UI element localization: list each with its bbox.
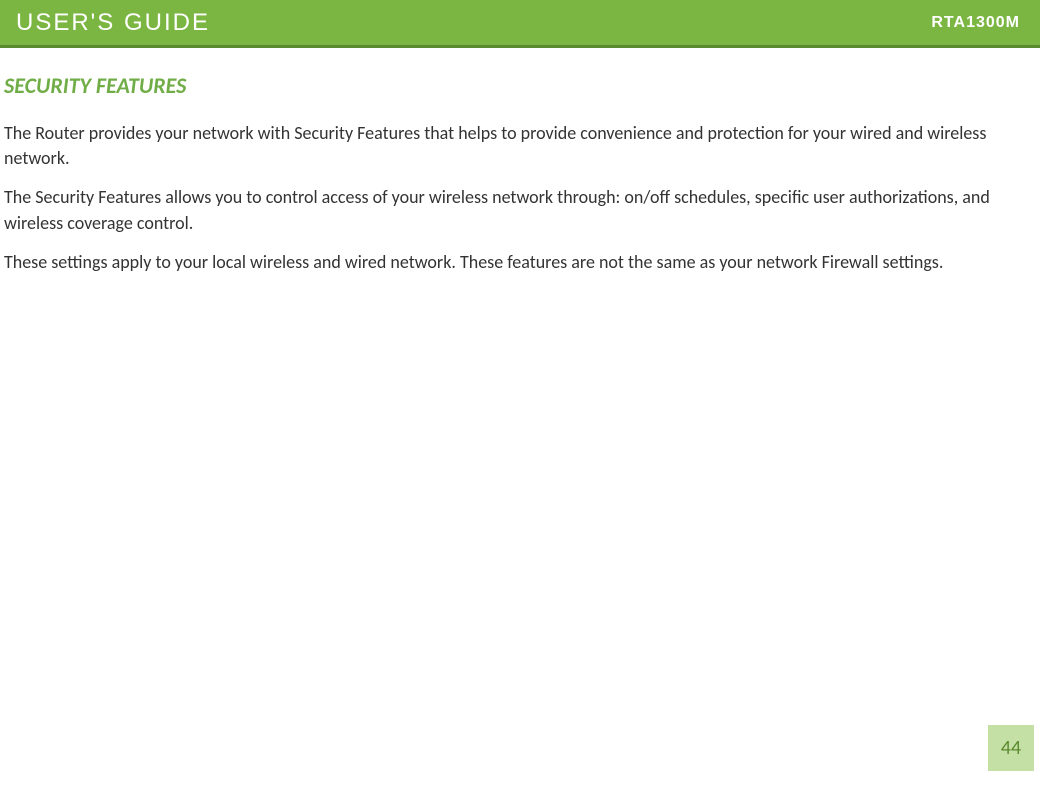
header-bar: USER'S GUIDE RTA1300M <box>0 0 1040 48</box>
header-title: USER'S GUIDE <box>16 9 210 37</box>
body-paragraph-2: The Security Features allows you to cont… <box>4 185 1024 235</box>
body-paragraph-3: These settings apply to your local wirel… <box>4 250 1024 275</box>
body-paragraph-1: The Router provides your network with Se… <box>4 121 1024 171</box>
header-model: RTA1300M <box>931 14 1020 32</box>
section-heading: SECURITY FEATURES <box>4 72 1024 99</box>
page-number: 44 <box>1001 736 1021 760</box>
page-number-box: 44 <box>988 725 1034 771</box>
page-content: SECURITY FEATURES The Router provides yo… <box>0 48 1040 275</box>
